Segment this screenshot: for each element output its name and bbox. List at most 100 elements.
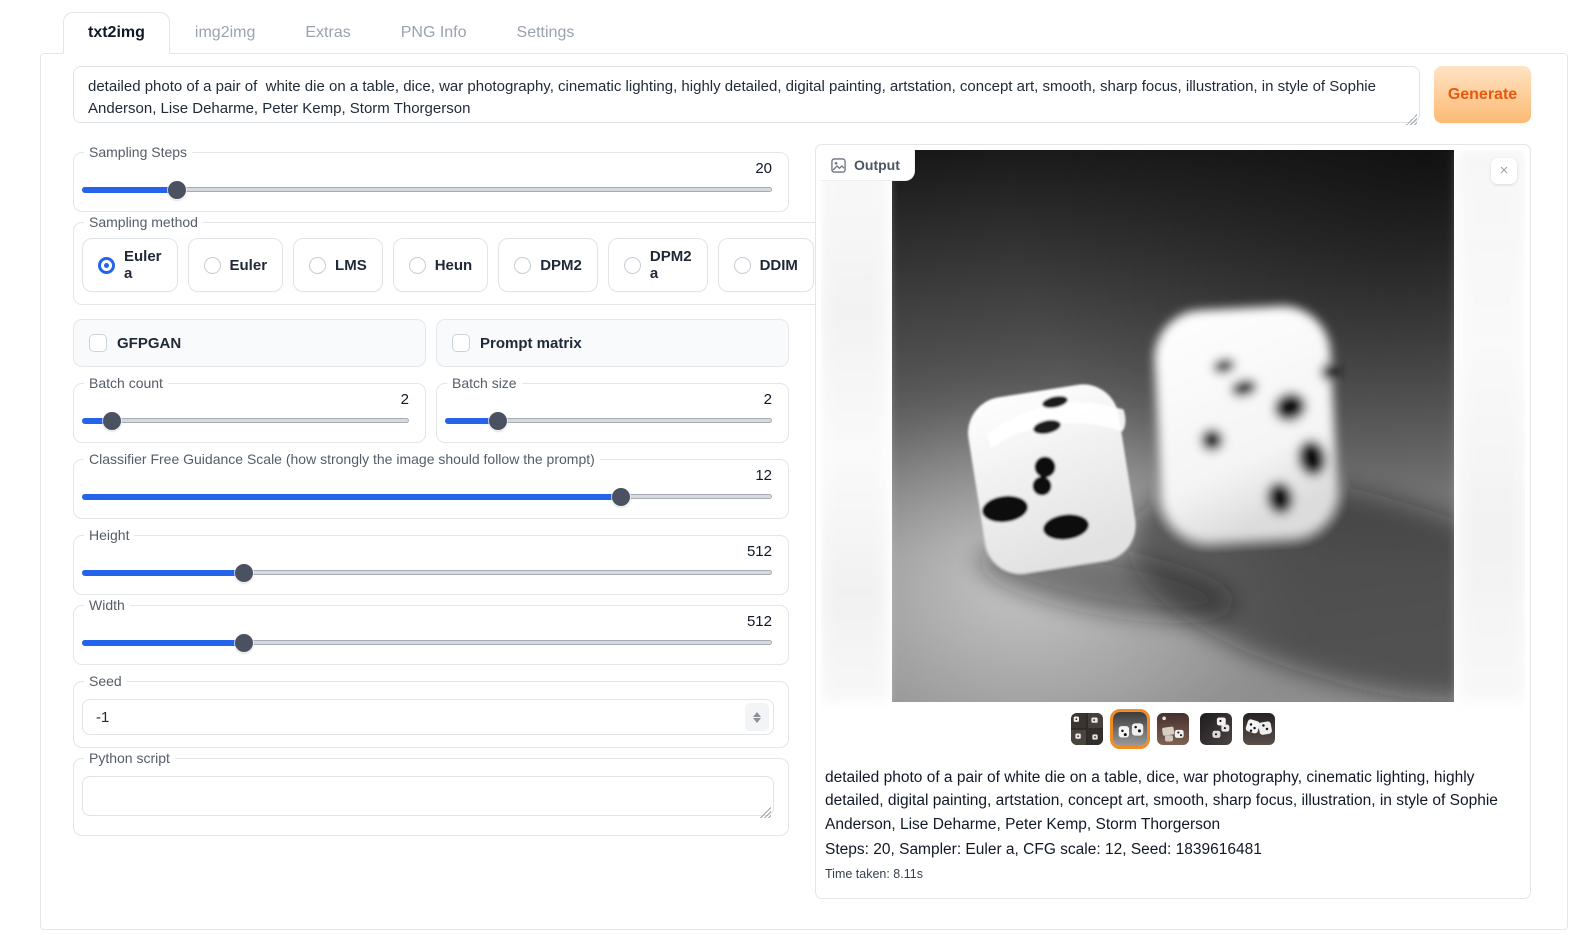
generation-info: detailed photo of a pair of white die on…: [825, 766, 1521, 884]
gallery-thumbnail-grid[interactable]: [1069, 711, 1105, 747]
radio-icon: [624, 257, 641, 274]
slider-thumb[interactable]: [235, 634, 253, 652]
sampling-steps-group: Sampling Steps 20: [73, 144, 789, 212]
gfpgan-checkbox[interactable]: [89, 334, 107, 352]
generated-image-dice[interactable]: [892, 150, 1454, 702]
radio-heun[interactable]: Heun: [393, 238, 489, 292]
radio-icon: [309, 257, 326, 274]
radio-lms[interactable]: LMS: [293, 238, 383, 292]
slider-fill: [82, 187, 177, 193]
radio-label: Heun: [435, 257, 473, 274]
script-resize-handle[interactable]: [760, 807, 771, 818]
seed-label: Seed: [84, 673, 127, 689]
output-gallery: Output ×: [821, 150, 1525, 753]
slider-thumb[interactable]: [168, 181, 186, 199]
generate-button[interactable]: Generate: [1434, 66, 1531, 123]
python-script-group: Python script: [73, 750, 789, 836]
close-gallery-button[interactable]: ×: [1491, 158, 1517, 184]
gallery-thumbnail-tilted-dice[interactable]: [1241, 711, 1277, 747]
python-script-input[interactable]: [82, 776, 774, 816]
slider-thumb[interactable]: [612, 488, 630, 506]
radio-dpm2-a[interactable]: DPM2 a: [608, 238, 708, 292]
gallery-stage: [821, 150, 1525, 702]
slider-fill: [82, 640, 244, 646]
gallery-edge-blur-left: [821, 150, 887, 702]
gallery-thumbnail-pair-dice[interactable]: [1110, 709, 1150, 749]
batch-size-value: 2: [437, 391, 788, 408]
tab-bar: txt2img img2img Extras PNG Info Settings: [63, 12, 1594, 54]
tab-png-info[interactable]: PNG Info: [376, 12, 492, 54]
batch-count-slider[interactable]: [82, 412, 409, 430]
slider-thumb[interactable]: [235, 564, 253, 582]
radio-dpm2[interactable]: DPM2: [498, 238, 598, 292]
stepper-up-icon[interactable]: [753, 712, 761, 717]
cfg-scale-slider[interactable]: [82, 488, 772, 506]
radio-label: LMS: [335, 257, 367, 274]
sampling-steps-slider[interactable]: [82, 181, 772, 199]
caption-parameters: Steps: 20, Sampler: Euler a, CFG scale: …: [825, 838, 1521, 861]
radio-label: DPM2 a: [650, 248, 692, 282]
cfg-scale-label: Classifier Free Guidance Scale (how stro…: [84, 451, 600, 467]
height-group: Height 512: [73, 527, 789, 595]
gfpgan-label: GFPGAN: [117, 335, 181, 352]
sampling-method-group: Sampling method Euler a Euler LMS Heun D…: [73, 214, 933, 305]
width-label: Width: [84, 597, 130, 613]
tab-img2img[interactable]: img2img: [170, 12, 280, 54]
stepper-down-icon[interactable]: [753, 718, 761, 723]
radio-ddim[interactable]: DDIM: [718, 238, 814, 292]
prompt-input[interactable]: detailed photo of a pair of white die on…: [73, 66, 1420, 123]
radio-label: Euler a: [124, 248, 162, 282]
width-slider[interactable]: [82, 634, 772, 652]
prompt-resize-handle[interactable]: [1406, 114, 1417, 125]
prompt-matrix-checkbox[interactable]: [452, 334, 470, 352]
radio-label: DPM2: [540, 257, 582, 274]
width-value: 512: [74, 613, 788, 630]
batch-count-group: Batch count 2: [73, 375, 426, 443]
sampling-steps-value: 20: [74, 160, 788, 177]
slider-thumb[interactable]: [489, 412, 507, 430]
radio-label: DDIM: [760, 257, 798, 274]
prompt-row: detailed photo of a pair of white die on…: [73, 66, 1531, 128]
gallery-thumbnail-dark-cluster[interactable]: [1198, 711, 1234, 747]
settings-column: Sampling Steps 20 Sampling method Euler …: [73, 144, 789, 836]
sampling-steps-label: Sampling Steps: [84, 144, 192, 160]
radio-label: Euler: [230, 257, 268, 274]
gfpgan-option[interactable]: GFPGAN: [73, 319, 426, 367]
cfg-scale-value: 12: [74, 467, 788, 484]
prompt-matrix-option[interactable]: Prompt matrix: [436, 319, 789, 367]
seed-stepper[interactable]: [745, 703, 769, 731]
sampling-method-label: Sampling method: [84, 214, 203, 230]
radio-icon: [409, 257, 426, 274]
tab-extras[interactable]: Extras: [280, 12, 375, 54]
radio-icon: [98, 257, 115, 274]
caption-prompt: detailed photo of a pair of white die on…: [825, 766, 1521, 836]
batch-count-label: Batch count: [84, 375, 168, 391]
width-group: Width 512: [73, 597, 789, 665]
tab-settings[interactable]: Settings: [492, 12, 600, 54]
cfg-scale-group: Classifier Free Guidance Scale (how stro…: [73, 451, 789, 519]
seed-group: Seed: [73, 673, 789, 748]
slider-track[interactable]: [82, 418, 409, 423]
seed-input[interactable]: [82, 699, 774, 735]
output-panel: Output ×: [815, 144, 1531, 899]
height-slider[interactable]: [82, 564, 772, 582]
height-value: 512: [74, 543, 788, 560]
batch-size-slider[interactable]: [445, 412, 772, 430]
caption-time-taken: Time taken: 8.11s: [825, 865, 1521, 884]
python-script-label: Python script: [84, 750, 175, 766]
slider-fill: [82, 570, 244, 576]
output-chip-label: Output: [854, 157, 900, 173]
gallery-edge-blur-right: [1459, 150, 1525, 702]
image-icon: [831, 158, 846, 173]
radio-euler-a[interactable]: Euler a: [82, 238, 178, 292]
output-chip: Output: [821, 150, 915, 181]
tab-txt2img[interactable]: txt2img: [63, 12, 170, 54]
slider-thumb[interactable]: [103, 412, 121, 430]
sampling-method-options: Euler a Euler LMS Heun DPM2 DPM2 a DDIM …: [74, 232, 932, 294]
batch-size-group: Batch size 2: [436, 375, 789, 443]
batch-size-label: Batch size: [447, 375, 522, 391]
height-label: Height: [84, 527, 134, 543]
slider-fill: [82, 494, 621, 500]
gallery-thumbnail-sepia-table[interactable]: [1155, 711, 1191, 747]
radio-euler[interactable]: Euler: [188, 238, 284, 292]
